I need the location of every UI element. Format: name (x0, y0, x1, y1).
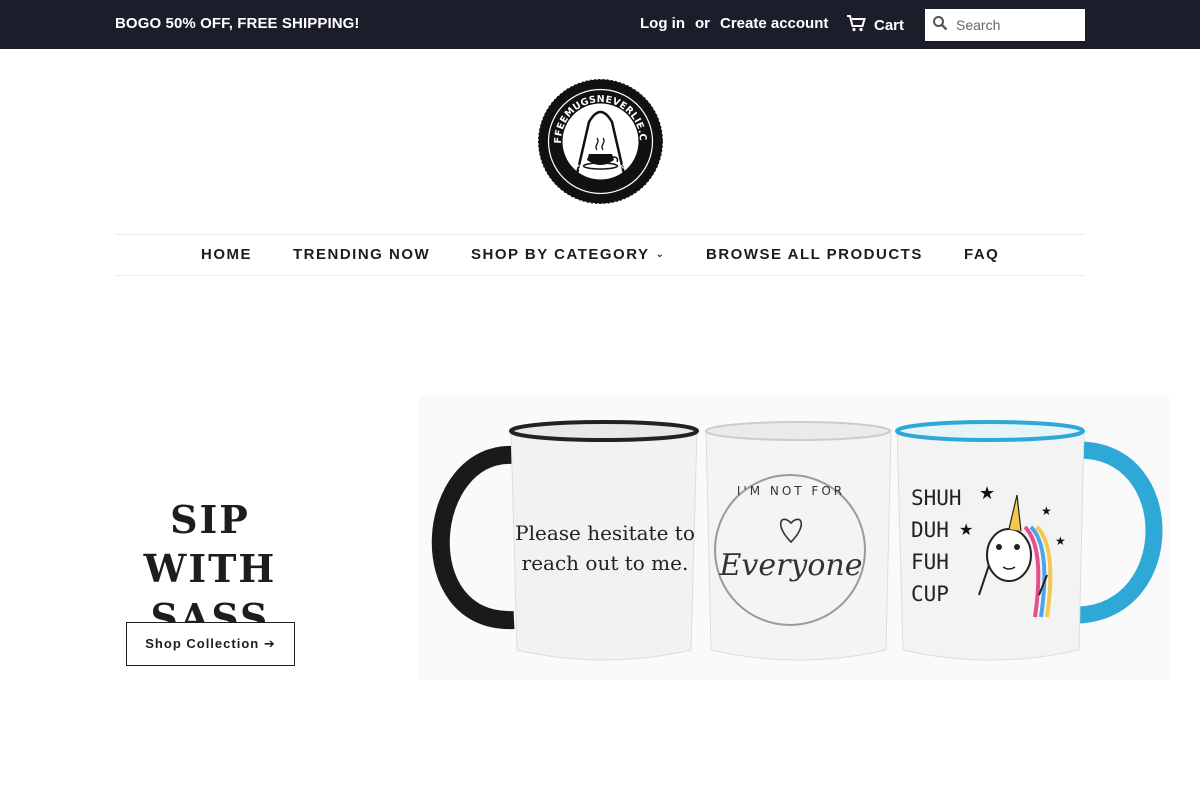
hero-mugs-image[interactable]: Please hesitate to reach out to me. I'M … (419, 395, 1169, 680)
mug-not-for-everyone: I'M NOT FOR Everyone (705, 421, 892, 661)
search-icon[interactable] (932, 15, 948, 36)
nav-browse-all-products[interactable]: BROWSE ALL PRODUCTS (706, 246, 923, 263)
mug3-line1: SHUH (911, 486, 962, 510)
main-nav: HOME TRENDING NOW SHOP BY CATEGORY ⌄ BROW… (115, 234, 1085, 276)
announcement-bar: BOGO 50% OFF, FREE SHIPPING! Log in or C… (0, 0, 1200, 49)
mug3-line2: DUH (911, 518, 949, 542)
search-box[interactable] (925, 9, 1085, 41)
mug1-text-line1: Please hesitate to (515, 521, 695, 545)
svg-text:★: ★ (959, 522, 973, 539)
mug2-top-text: I'M NOT FOR (737, 484, 845, 498)
announcement-text: BOGO 50% OFF, FREE SHIPPING! (115, 15, 360, 32)
nav-shop-by-category-label: SHOP BY CATEGORY (471, 246, 650, 263)
site-logo[interactable]: COFFEEMUGSNEVERLIE.COM THE TRUTH, SERVED… (532, 70, 664, 205)
create-account-link[interactable]: Create account (720, 15, 828, 32)
nav-trending-now[interactable]: TRENDING NOW (293, 246, 430, 263)
svg-text:★: ★ (1041, 504, 1052, 518)
hero-title: SIP WITH SASS (100, 495, 320, 642)
shop-collection-button[interactable]: Shop Collection ➔ (126, 622, 295, 666)
cart-icon (846, 15, 866, 36)
mug2-script-text: Everyone (718, 548, 862, 583)
mug3-line4: CUP (911, 582, 949, 606)
nav-faq[interactable]: FAQ (964, 246, 999, 263)
hero-title-line1: SIP WITH (143, 497, 277, 591)
cart-link[interactable]: Cart (846, 15, 904, 36)
chevron-down-icon: ⌄ (655, 249, 664, 260)
mug1-text-line2: reach out to me. (522, 551, 689, 575)
svg-text:★: ★ (979, 483, 995, 503)
nav-home[interactable]: HOME (201, 246, 252, 263)
mug3-line3: FUH (911, 550, 949, 574)
cart-label: Cart (874, 17, 905, 34)
or-text: or (695, 15, 710, 32)
svg-text:★: ★ (1055, 534, 1066, 548)
nav-shop-by-category[interactable]: SHOP BY CATEGORY ⌄ (471, 246, 664, 263)
login-link[interactable]: Log in (640, 15, 685, 32)
search-input[interactable] (956, 17, 1076, 33)
account-links: Log in or Create account (640, 15, 828, 32)
